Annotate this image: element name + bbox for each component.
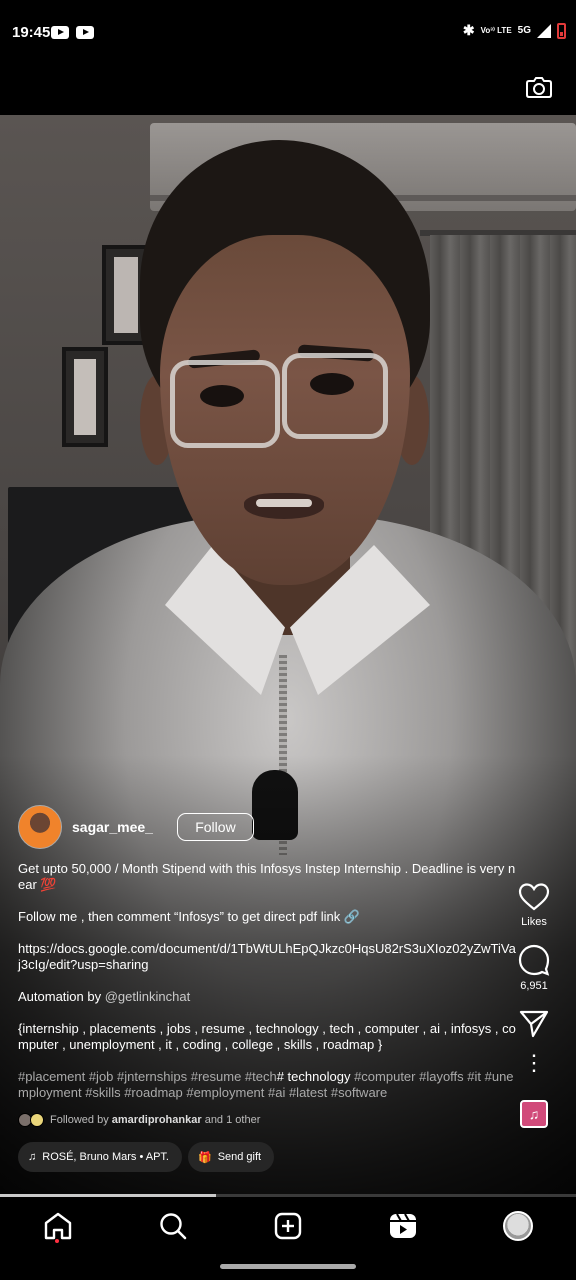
- likes-label[interactable]: Likes: [521, 916, 547, 928]
- person-mouth: [244, 493, 324, 519]
- hashtag-technology[interactable]: # technology: [277, 1069, 351, 1084]
- status-bar: 19:45 ✱ Vo³⁾ LTE 5G: [0, 0, 576, 66]
- comment-icon[interactable]: [518, 944, 550, 976]
- follow-button[interactable]: Follow: [176, 813, 254, 841]
- author-username[interactable]: sagar_mee_: [72, 819, 153, 835]
- caption-line: Follow me , then comment “Infosys” to ge…: [18, 909, 361, 924]
- network-label: 5G: [517, 24, 531, 36]
- reel-caption[interactable]: Get upto 50,000 / Month Stipend with thi…: [18, 861, 518, 1117]
- author-row: sagar_mee_ Follow: [18, 805, 254, 849]
- profile-avatar[interactable]: [503, 1211, 533, 1241]
- followed-by-name: amardiprohankar: [111, 1114, 202, 1126]
- hashtags-part[interactable]: #placement #job #jnternships #resume #te…: [18, 1069, 277, 1084]
- audio-label: ROSÉ, Bruno Mars • APT.: [42, 1151, 169, 1163]
- caption-hashtags: #placement #job #jnternships #resume #te…: [18, 1069, 518, 1101]
- audio-thumbnail[interactable]: ♫: [520, 1100, 548, 1128]
- more-options-icon[interactable]: ⋮: [523, 1052, 545, 1074]
- caption-line: Get upto 50,000 / Month Stipend with thi…: [18, 861, 516, 892]
- caption-link[interactable]: https://docs.google.com/document/d/1TbWt…: [18, 941, 518, 973]
- caption-keywords: {internship , placements , jobs , resume…: [18, 1021, 516, 1052]
- automation-prefix: Automation by: [18, 989, 105, 1004]
- automation-handle[interactable]: @getlinkinchat: [105, 989, 190, 1004]
- author-avatar[interactable]: [18, 805, 62, 849]
- follower-avatar: [30, 1113, 44, 1127]
- followed-by-prefix: Followed by: [50, 1114, 112, 1126]
- gift-icon: 🎁: [197, 1151, 212, 1164]
- reel-chips: ♫ ROSÉ, Bruno Mars • APT. 🎁 Send gift: [18, 1142, 275, 1172]
- battery-icon: [557, 22, 566, 39]
- person-glasses: [282, 353, 388, 439]
- send-gift-chip[interactable]: 🎁 Send gift: [187, 1142, 275, 1172]
- volte-label: Vo³⁾ LTE: [480, 25, 512, 35]
- youtube-icon: [51, 26, 69, 39]
- followed-by-row[interactable]: Followed by amardiprohankar and 1 other: [18, 1113, 260, 1127]
- music-note-icon: ♫: [528, 1106, 540, 1122]
- followed-by-text: Followed by amardiprohankar and 1 other: [50, 1114, 260, 1126]
- signal-icon: [537, 23, 551, 38]
- like-icon[interactable]: [518, 882, 550, 912]
- youtube-icon: [76, 26, 94, 39]
- music-note-icon: ♫: [28, 1151, 37, 1163]
- person-glasses: [170, 360, 280, 448]
- action-column: Likes 6,951 ⋮ ♫: [510, 882, 558, 1128]
- background-frame: [62, 347, 108, 447]
- audio-chip[interactable]: ♫ ROSÉ, Bruno Mars • APT.: [18, 1142, 182, 1172]
- create-icon[interactable]: [273, 1211, 303, 1241]
- status-time: 19:45: [12, 24, 51, 41]
- home-icon[interactable]: [43, 1211, 73, 1241]
- caption-automation: Automation by @getlinkinchat: [18, 989, 518, 1005]
- gesture-home-bar[interactable]: [220, 1264, 356, 1269]
- share-icon[interactable]: [519, 1010, 549, 1038]
- top-bar: [0, 66, 576, 115]
- send-gift-label: Send gift: [217, 1151, 262, 1163]
- followed-by-suffix: and 1 other: [201, 1114, 261, 1126]
- comments-count[interactable]: 6,951: [520, 980, 548, 992]
- search-icon[interactable]: [158, 1211, 188, 1241]
- bluetooth-icon: ✱: [462, 22, 475, 38]
- status-icons: ✱ Vo³⁾ LTE 5G: [463, 22, 566, 39]
- reels-icon[interactable]: [388, 1211, 418, 1241]
- notification-dot: [55, 1239, 59, 1243]
- camera-icon[interactable]: [526, 76, 552, 98]
